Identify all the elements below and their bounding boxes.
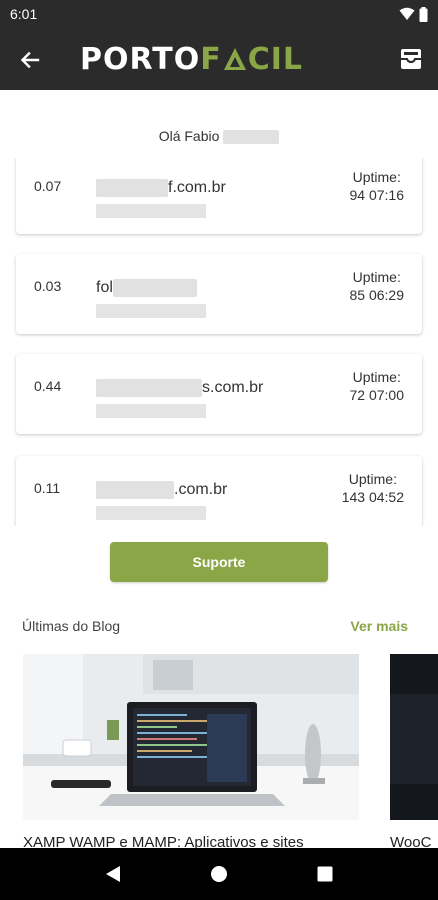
redacted-domain [96, 481, 174, 499]
server-uptime: Uptime: 94 07:16 [350, 168, 405, 204]
inbox-icon [401, 49, 421, 69]
portofacil-logo: PORTO F CIL [80, 41, 304, 77]
system-nav-bar [0, 848, 438, 900]
server-card[interactable]: 0.03 fol Uptime: 85 06:29 [16, 254, 422, 334]
redacted-server-detail [96, 506, 206, 520]
logo-text-porto: PORTO [80, 41, 201, 77]
uptime-value: 94 07:16 [349, 187, 405, 203]
server-card[interactable]: 0.11 .com.br Uptime: 143 04:52 [16, 456, 422, 526]
blog-post-image [23, 654, 359, 820]
server-domain-text: .com.br [174, 481, 228, 498]
nav-home-button[interactable] [199, 854, 239, 894]
uptime-value: 143 04:52 [341, 489, 404, 505]
logo-a-triangle-icon [223, 48, 246, 70]
blog-post-card[interactable]: XAMP WAMP e MAMP: Aplicativos e sites [23, 654, 359, 850]
server-domain-text: f.com.br [168, 179, 226, 196]
server-domain: .com.br [96, 480, 227, 500]
app-bar: PORTO F CIL [0, 28, 438, 90]
redacted-domain [96, 379, 202, 397]
server-uptime: Uptime: 143 04:52 [342, 470, 404, 506]
server-domain-text: fol [96, 279, 113, 296]
uptime-label: Uptime: [352, 269, 401, 285]
server-card[interactable]: 0.07 f.com.br Uptime: 94 07:16 [16, 158, 422, 234]
nav-recents-button[interactable] [305, 854, 345, 894]
redacted-server-detail [96, 404, 206, 418]
server-domain-text: s.com.br [202, 379, 264, 396]
status-bar: 6:01 [0, 0, 438, 28]
redacted-domain [96, 179, 168, 197]
redacted-server-detail [96, 304, 206, 318]
see-more-link[interactable]: Ver mais [350, 618, 408, 634]
server-load: 0.11 [34, 480, 61, 496]
back-button[interactable] [14, 44, 46, 76]
blog-post-card[interactable]: WooC [390, 654, 438, 850]
back-triangle-icon [106, 866, 120, 882]
inbox-button[interactable] [396, 44, 426, 74]
nav-back-button[interactable] [93, 854, 133, 894]
server-list[interactable]: 0.07 f.com.br Uptime: 94 07:16 0.03 fol U… [0, 158, 438, 526]
uptime-value: 72 07:00 [349, 387, 405, 403]
server-load: 0.07 [34, 178, 62, 194]
server-domain: f.com.br [96, 178, 226, 198]
battery-icon [419, 6, 428, 22]
uptime-label: Uptime: [352, 169, 401, 185]
uptime-label: Uptime: [352, 369, 401, 385]
arrow-back-icon [20, 51, 40, 69]
blog-section-title: Últimas do Blog [22, 618, 121, 634]
greeting: Olá Fabio [0, 128, 438, 145]
server-uptime: Uptime: 85 06:29 [350, 268, 405, 304]
recents-square-icon [317, 866, 333, 882]
uptime-value: 85 06:29 [349, 287, 405, 303]
home-circle-icon [211, 866, 227, 882]
support-button[interactable]: Suporte [110, 542, 328, 582]
wifi-icon [399, 7, 415, 20]
logo-text-cil: CIL [247, 41, 304, 77]
server-domain: s.com.br [96, 378, 263, 398]
blog-post-image [390, 654, 438, 820]
redacted-name [223, 130, 280, 145]
status-time: 6:01 [10, 6, 38, 22]
redacted-server-detail [96, 204, 206, 218]
blog-header: Últimas do Blog Ver mais [22, 618, 408, 634]
server-load: 0.44 [34, 378, 62, 394]
status-icons [399, 6, 428, 22]
server-load: 0.03 [34, 278, 62, 294]
server-uptime: Uptime: 72 07:00 [350, 368, 405, 404]
redacted-domain [112, 279, 197, 297]
server-card[interactable]: 0.44 s.com.br Uptime: 72 07:00 [16, 354, 422, 434]
uptime-label: Uptime: [348, 471, 397, 487]
greeting-text: Olá Fabio [158, 128, 220, 144]
server-domain: fol [96, 278, 197, 298]
logo-text-f: F [200, 41, 222, 77]
